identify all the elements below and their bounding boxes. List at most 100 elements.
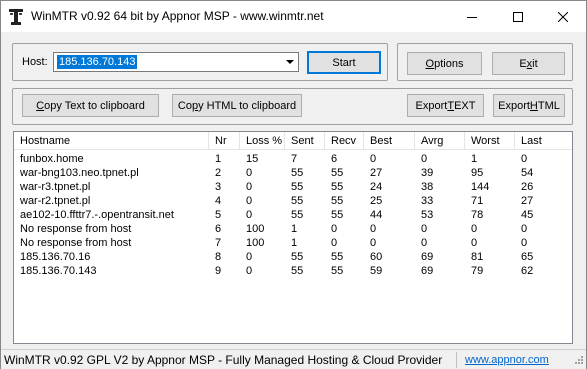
cell-nr: 8 (215, 251, 222, 263)
column-header-loss[interactable]: Loss % (240, 132, 285, 150)
cell-nr: 3 (215, 181, 222, 193)
cell-last: 0 (521, 153, 528, 165)
cell-last: 26 (521, 181, 534, 193)
column-header-hostname[interactable]: Hostname (14, 132, 209, 150)
exit-button[interactable]: Ex it (492, 52, 565, 75)
cell-best: 27 (370, 167, 383, 179)
cell-best: 0 (370, 153, 377, 165)
table-row[interactable]: 185.136.70.16 8 0 55 55 60 69 81 65 (14, 250, 572, 264)
cell-nr: 2 (215, 167, 222, 179)
table-row[interactable]: 185.136.70.143 9 0 55 55 59 69 79 62 (14, 264, 572, 278)
cell-last: 62 (521, 265, 534, 277)
column-header-nr[interactable]: Nr (209, 132, 240, 150)
maximize-button[interactable] (495, 1, 541, 32)
cell-recv: 55 (331, 251, 344, 263)
cell-hostname: No response from host (20, 237, 132, 249)
options-button[interactable]: Options (407, 52, 482, 75)
host-input[interactable]: 185.136.70.143 (57, 55, 138, 69)
title-bar[interactable]: WinMTR v0.92 64 bit by Appnor MSP - www.… (1, 1, 586, 32)
start-button[interactable]: Start (307, 51, 381, 74)
column-header-avrg[interactable]: Avrg (415, 132, 465, 150)
cell-hostname: war-r2.tpnet.pl (20, 195, 91, 207)
table-row[interactable]: war-r3.tpnet.pl 3 0 55 55 24 38 144 26 (14, 180, 572, 194)
winmtr-window: WinMTR v0.92 64 bit by Appnor MSP - www.… (0, 0, 587, 369)
cell-sent: 55 (291, 265, 304, 277)
cell-hostname: 185.136.70.16 (20, 251, 91, 263)
results-table[interactable]: Hostname Nr Loss % Sent Recv Best Avrg W… (13, 131, 573, 344)
cell-worst: 144 (471, 181, 490, 193)
table-row[interactable]: war-bng103.neo.tpnet.pl 2 0 55 55 27 39 95 54 (14, 166, 572, 180)
cell-loss: 0 (246, 251, 253, 263)
host-combobox[interactable]: 185.136.70.143 (53, 52, 299, 72)
exit-label-post: it (532, 57, 538, 70)
cell-worst: 1 (471, 153, 478, 165)
table-row[interactable]: No response from host 6 100 1 0 0 0 0 0 (14, 222, 572, 236)
combo-dropdown-button[interactable] (281, 53, 298, 71)
cell-loss: 0 (246, 167, 253, 179)
copy-html-label-post: y HTML to clipboard (198, 99, 297, 112)
cell-avrg: 38 (421, 181, 434, 193)
cell-hostname: ae102-10.ffttr7.-.opentransit.net (20, 209, 174, 221)
cell-worst: 0 (471, 223, 478, 235)
export-text-button[interactable]: Export T EXT (407, 94, 484, 117)
cell-nr: 7 (215, 237, 222, 249)
cell-recv: 55 (331, 209, 344, 221)
cell-hostname: war-r3.tpnet.pl (20, 181, 91, 193)
cell-worst: 78 (471, 209, 484, 221)
table-row[interactable]: war-r2.tpnet.pl 4 0 55 55 25 33 71 27 (14, 194, 572, 208)
cell-avrg: 53 (421, 209, 434, 221)
cell-hostname: 185.136.70.143 (20, 265, 97, 277)
export-text-label-post: EXT (454, 99, 476, 112)
cell-nr: 1 (215, 153, 222, 165)
column-header-last[interactable]: Last (515, 132, 572, 150)
close-button[interactable] (540, 1, 586, 32)
copy-html-button[interactable]: Co p y HTML to clipboard (172, 94, 302, 117)
copy-text-label-post: opy Text to clipboard (44, 99, 145, 112)
cell-worst: 81 (471, 251, 484, 263)
cell-worst: 79 (471, 265, 484, 277)
column-header-sent[interactable]: Sent (285, 132, 325, 150)
cell-loss: 100 (246, 223, 265, 235)
cell-hostname: No response from host (20, 223, 132, 235)
cell-last: 45 (521, 209, 534, 221)
cell-nr: 6 (215, 223, 222, 235)
appnor-link[interactable]: www.appnor.com (465, 352, 549, 368)
cell-last: 65 (521, 251, 534, 263)
export-html-label-post: TML (537, 99, 560, 112)
table-row[interactable]: funbox.home 1 15 7 6 0 0 1 0 (14, 152, 572, 166)
cell-recv: 55 (331, 167, 344, 179)
export-html-button[interactable]: Export H TML (493, 94, 565, 117)
table-row[interactable]: ae102-10.ffttr7.-.opentransit.net 5 0 55 55 4… (14, 208, 572, 222)
cell-sent: 1 (291, 223, 298, 235)
table-row[interactable]: No response from host 7 100 1 0 0 0 0 0 (14, 236, 572, 250)
copy-text-button[interactable]: Copy Text to clipboard (22, 94, 159, 117)
export-html-label-pre: Export (498, 99, 530, 112)
cell-sent: 55 (291, 251, 304, 263)
cell-best: 25 (370, 195, 383, 207)
cell-loss: 0 (246, 195, 253, 207)
resize-grip-icon[interactable] (572, 355, 584, 367)
cell-avrg: 33 (421, 195, 434, 207)
column-header-recv[interactable]: Recv (325, 132, 364, 150)
cell-last: 0 (521, 237, 528, 249)
exit-label-pre: E (519, 57, 527, 70)
cell-last: 0 (521, 223, 528, 235)
cell-loss: 15 (246, 153, 259, 165)
cell-nr: 4 (215, 195, 222, 207)
cell-loss: 100 (246, 237, 265, 249)
minimize-icon (467, 16, 477, 18)
column-header-best[interactable]: Best (364, 132, 415, 150)
cell-recv: 0 (331, 223, 338, 235)
minimize-button[interactable] (449, 1, 495, 32)
cell-worst: 71 (471, 195, 484, 207)
cell-sent: 1 (291, 237, 298, 249)
cell-avrg: 0 (421, 237, 428, 249)
cell-recv: 0 (331, 237, 338, 249)
cell-best: 0 (370, 223, 377, 235)
cell-sent: 55 (291, 181, 304, 193)
cell-best: 44 (370, 209, 383, 221)
cell-sent: 55 (291, 195, 304, 207)
cell-sent: 55 (291, 209, 304, 221)
export-html-label-mnemonic: H (529, 99, 538, 112)
column-header-worst[interactable]: Worst (465, 132, 515, 150)
